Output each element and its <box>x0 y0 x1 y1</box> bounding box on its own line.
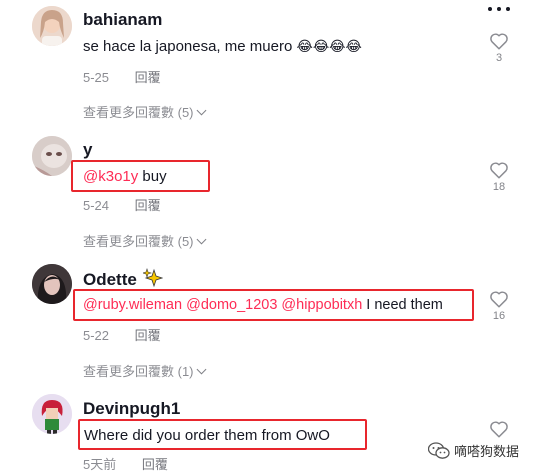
comment-date: 5-25 <box>83 70 110 85</box>
comment-meta: 5-22 回覆 <box>83 325 161 344</box>
comment-date: 5天前 <box>83 457 117 472</box>
view-more-replies[interactable]: 查看更多回覆數 (1) <box>83 361 206 380</box>
mention-link[interactable]: @k3o1y <box>83 168 138 185</box>
like-button[interactable]: 16 <box>487 290 511 322</box>
reply-button[interactable]: 回覆 <box>135 70 161 85</box>
watermark: 嘀嗒狗数据 <box>428 441 519 460</box>
chevron-down-icon <box>196 234 206 245</box>
avatar[interactable] <box>32 264 72 304</box>
mention-link[interactable]: @ruby.wileman @domo_1203 @hippobitxh <box>83 297 362 313</box>
comment-text: @ruby.wileman @domo_1203 @hippobitxh I n… <box>83 297 443 313</box>
heart-outline-icon <box>490 162 508 179</box>
like-button[interactable]: 18 <box>487 161 511 193</box>
like-button[interactable] <box>487 420 511 438</box>
like-count: 18 <box>492 181 506 193</box>
more-options-icon[interactable] <box>488 4 510 14</box>
like-button[interactable]: 3 <box>487 32 511 64</box>
chevron-down-icon <box>196 364 206 375</box>
username[interactable]: Devinpugh1 <box>83 399 180 419</box>
comment-text: se hace la japonesa, me muero 😂😂😂😂 <box>83 38 362 55</box>
heart-outline-icon <box>490 33 508 50</box>
comment-text: Where did you order them from OwO <box>84 427 330 444</box>
heart-outline-icon <box>490 291 508 308</box>
username[interactable]: y <box>83 140 92 160</box>
comment-meta: 5天前 回覆 <box>83 454 168 473</box>
reply-button[interactable]: 回覆 <box>142 457 168 472</box>
avatar[interactable] <box>32 136 72 176</box>
chevron-down-icon <box>196 105 206 116</box>
avatar[interactable] <box>32 6 72 46</box>
comment-date: 5-24 <box>83 198 110 213</box>
avatar[interactable] <box>32 394 72 434</box>
reply-button[interactable]: 回覆 <box>135 328 161 343</box>
like-count: 3 <box>495 52 503 64</box>
username[interactable]: bahianam <box>83 10 162 30</box>
sparkles-icon <box>141 268 163 288</box>
view-more-replies[interactable]: 查看更多回覆數 (5) <box>83 231 206 250</box>
comment-date: 5-22 <box>83 328 110 343</box>
emoji-laugh: 😂😂😂😂 <box>296 39 362 55</box>
wechat-icon <box>428 441 450 459</box>
heart-outline-icon <box>490 421 508 438</box>
username[interactable]: Odette <box>83 268 163 290</box>
watermark-text: 嘀嗒狗数据 <box>454 444 520 459</box>
comment-meta: 5-24 回覆 <box>83 195 161 214</box>
reply-button[interactable]: 回覆 <box>135 198 161 213</box>
view-more-replies[interactable]: 查看更多回覆數 (5) <box>83 102 206 121</box>
like-count: 16 <box>492 310 506 322</box>
comment-meta: 5-25 回覆 <box>83 67 161 86</box>
comment-text: @k3o1y buy <box>83 168 167 185</box>
